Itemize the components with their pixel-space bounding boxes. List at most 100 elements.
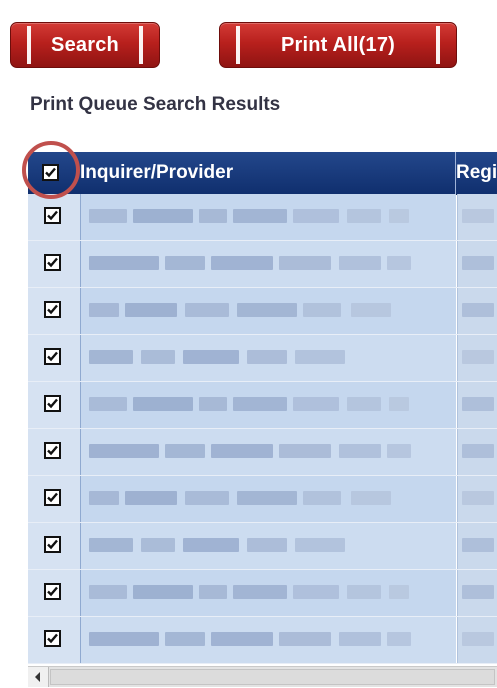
redacted-text [462, 209, 494, 223]
redacted-text [89, 491, 119, 505]
app-canvas: Search Print All(17) Print Queue Search … [0, 0, 497, 688]
checkmark-icon [47, 351, 58, 362]
checkmark-icon [47, 398, 58, 409]
redacted-text [185, 303, 229, 317]
redacted-text [211, 632, 273, 646]
print-all-button[interactable]: Print All(17) [219, 22, 457, 68]
redacted-text [347, 209, 381, 223]
redacted-text [89, 350, 133, 364]
checkmark-icon [47, 633, 58, 644]
column-header-regist[interactable]: Regist [456, 152, 497, 194]
redacted-text [347, 397, 381, 411]
cell-inquirer-provider [81, 523, 456, 569]
redacted-text [279, 256, 331, 270]
redacted-text [462, 585, 494, 599]
row-checkbox[interactable] [44, 583, 61, 600]
row-checkbox[interactable] [44, 536, 61, 553]
row-select-cell [28, 241, 81, 287]
redacted-text [339, 444, 381, 458]
row-checkbox[interactable] [44, 254, 61, 271]
row-select-cell [28, 335, 81, 381]
table-row[interactable] [28, 429, 497, 476]
redacted-text [89, 444, 159, 458]
cell-inquirer-provider [81, 194, 456, 240]
scroll-left-button[interactable] [28, 667, 49, 687]
redacted-text [211, 444, 273, 458]
redacted-text [387, 256, 411, 270]
table-row[interactable] [28, 382, 497, 429]
redacted-text [237, 491, 297, 505]
horizontal-scrollbar[interactable] [28, 666, 497, 687]
table-row[interactable] [28, 570, 497, 617]
redacted-text [233, 397, 287, 411]
cell-regist [457, 617, 497, 663]
redacted-text [89, 303, 119, 317]
row-checkbox[interactable] [44, 395, 61, 412]
row-checkbox[interactable] [44, 442, 61, 459]
redacted-text [293, 397, 339, 411]
row-select-cell [28, 194, 81, 240]
redacted-text [351, 491, 391, 505]
redacted-text [295, 350, 345, 364]
redacted-text [462, 538, 494, 552]
row-checkbox[interactable] [44, 207, 61, 224]
cell-inquirer-provider [81, 382, 456, 428]
cell-regist [457, 523, 497, 569]
redacted-text [89, 538, 133, 552]
redacted-text [199, 585, 227, 599]
row-checkbox[interactable] [44, 489, 61, 506]
table-row[interactable] [28, 476, 497, 523]
scroll-left-arrow-icon [35, 672, 40, 682]
cell-inquirer-provider [81, 617, 456, 663]
table-row[interactable] [28, 241, 497, 288]
checkmark-icon [47, 586, 58, 597]
redacted-text [351, 303, 391, 317]
table-row[interactable] [28, 617, 497, 664]
column-header-inquirer-provider[interactable]: Inquirer/Provider [80, 152, 456, 194]
cell-inquirer-provider [81, 570, 456, 616]
row-select-cell [28, 429, 81, 475]
redacted-text [185, 491, 229, 505]
table-row[interactable] [28, 335, 497, 382]
cell-inquirer-provider [81, 429, 456, 475]
grid-rows [28, 194, 497, 664]
redacted-text [211, 256, 273, 270]
table-row[interactable] [28, 523, 497, 570]
redacted-text [347, 585, 381, 599]
row-select-cell [28, 523, 81, 569]
redacted-text [89, 256, 159, 270]
search-button[interactable]: Search [10, 22, 160, 68]
row-select-cell [28, 617, 81, 663]
redacted-text [462, 444, 494, 458]
redacted-text [293, 209, 339, 223]
section-title: Print Queue Search Results [30, 94, 281, 115]
row-checkbox[interactable] [44, 630, 61, 647]
redacted-text [303, 491, 341, 505]
redacted-text [199, 397, 227, 411]
redacted-text [165, 444, 205, 458]
redacted-text [462, 397, 494, 411]
redacted-text [233, 585, 287, 599]
redacted-text [339, 632, 381, 646]
table-row[interactable] [28, 194, 497, 241]
cell-regist [457, 194, 497, 240]
grid-header: Inquirer/Provider Regist [28, 152, 497, 195]
checkmark-icon [47, 210, 58, 221]
redacted-text [133, 397, 193, 411]
redacted-text [247, 350, 287, 364]
redacted-text [141, 350, 175, 364]
redacted-text [293, 585, 339, 599]
checkmark-icon [47, 539, 58, 550]
row-checkbox[interactable] [44, 348, 61, 365]
cell-regist [457, 382, 497, 428]
redacted-text [279, 632, 331, 646]
redacted-text [125, 303, 177, 317]
redacted-text [237, 303, 297, 317]
redacted-text [462, 303, 494, 317]
table-row[interactable] [28, 288, 497, 335]
row-checkbox[interactable] [44, 301, 61, 318]
print-all-button-label: Print All(17) [280, 33, 396, 56]
scrollbar-thumb[interactable] [50, 669, 495, 685]
redacted-text [141, 538, 175, 552]
checkmark-icon [47, 492, 58, 503]
